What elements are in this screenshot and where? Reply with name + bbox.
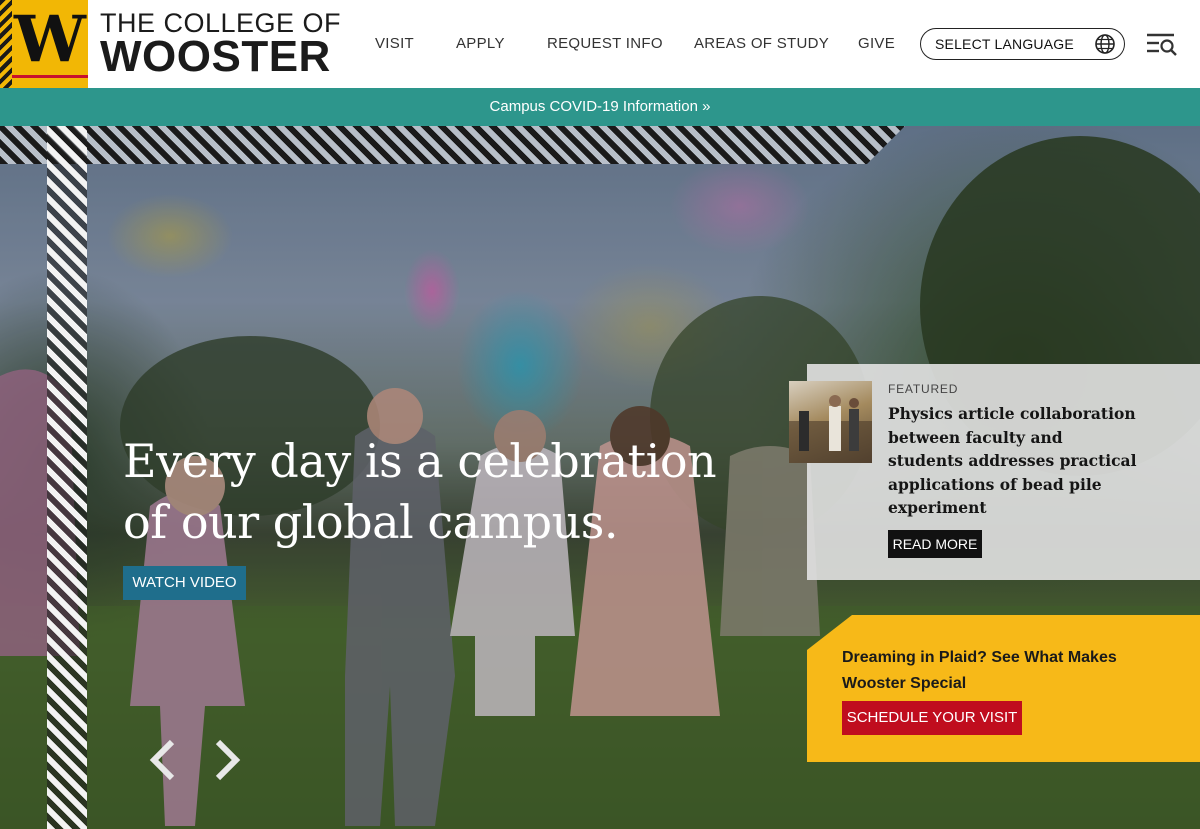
logo-stripes (0, 0, 12, 88)
decorative-stripe-left (47, 126, 87, 829)
featured-thumbnail[interactable] (789, 381, 872, 463)
menu-search-icon[interactable] (1146, 32, 1178, 56)
featured-article-title[interactable]: Physics article collaboration between fa… (888, 402, 1138, 520)
covid-info-link[interactable]: Campus COVID-19 Information » (490, 98, 711, 115)
decorative-stripe-top (0, 126, 905, 164)
schedule-visit-button[interactable]: SCHEDULE YOUR VISIT (842, 701, 1022, 735)
nav-visit[interactable]: VISIT (375, 34, 414, 54)
chevron-left-icon[interactable] (146, 738, 178, 782)
college-logo[interactable]: W (0, 0, 88, 88)
select-language-label: SELECT LANGUAGE (935, 36, 1074, 52)
hero-headline: Every day is a celebration of our global… (123, 434, 717, 549)
hero-section: Every day is a celebration of our global… (0, 126, 1200, 829)
promo-title: Dreaming in Plaid? See What Makes Wooste… (842, 649, 1117, 692)
globe-icon (1095, 34, 1115, 54)
covid-info-banner[interactable]: Campus COVID-19 Information » (0, 88, 1200, 126)
featured-card: FEATURED Physics article collaboration b… (789, 364, 1200, 580)
nav-areas-of-study[interactable]: AREAS OF STUDY (694, 34, 829, 54)
nav-give[interactable]: GIVE (858, 34, 895, 54)
nav-apply[interactable]: APPLY (456, 34, 505, 54)
featured-thumbnail-image (789, 395, 872, 463)
plaid-promo-panel: Dreaming in Plaid? See What Makes Wooste… (807, 615, 1200, 762)
featured-label: FEATURED (888, 382, 959, 396)
select-language-button[interactable]: SELECT LANGUAGE (920, 28, 1125, 60)
read-more-button[interactable]: READ MORE (888, 530, 982, 558)
chevron-right-icon[interactable] (212, 738, 244, 782)
logo-letter: W (14, 2, 86, 77)
nav-request-info[interactable]: REQUEST INFO (547, 34, 663, 54)
site-header: W THE COLLEGE OF WOOSTER VISIT APPLY REQ… (0, 0, 1200, 88)
brand-name-line2[interactable]: WOOSTER (100, 35, 331, 79)
logo-red-line (12, 75, 88, 78)
watch-video-button[interactable]: WATCH VIDEO (123, 566, 246, 600)
